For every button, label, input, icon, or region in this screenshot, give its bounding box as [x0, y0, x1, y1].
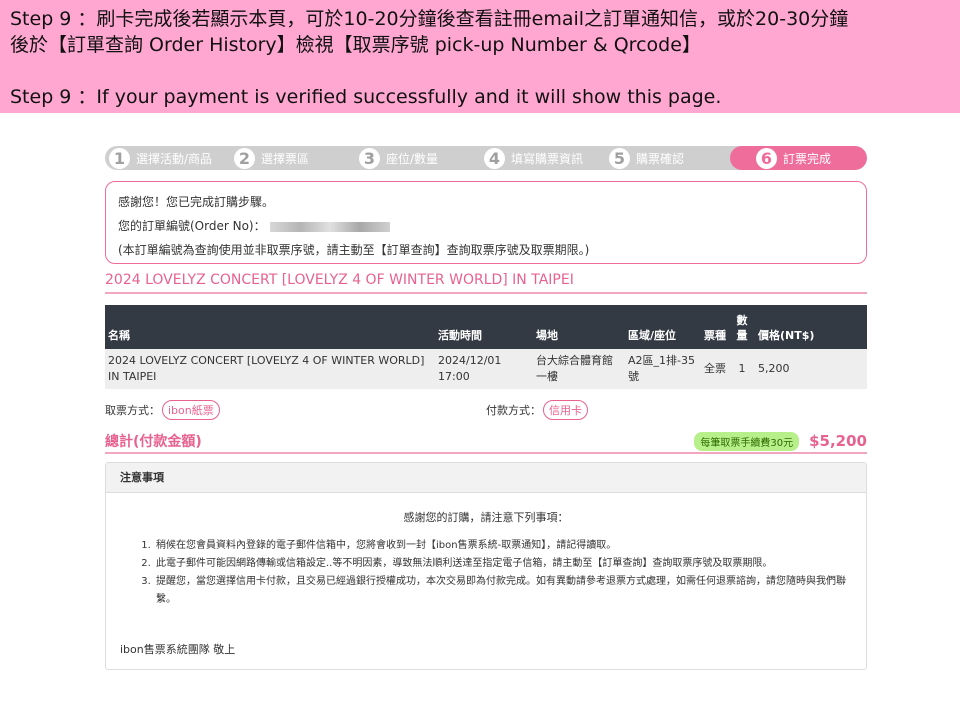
pickup-method-badge: ibon紙票 — [162, 400, 220, 420]
cell-price: 5,200 — [755, 349, 867, 389]
notice-list: 稍候在您會員資料內登錄的電子郵件信箱中，您將會收到一封【ibon售票系統-取票通… — [154, 537, 850, 609]
event-title: 2024 LOVELYZ CONCERT [LOVELYZ 4 OF WINTE… — [105, 270, 867, 294]
col-qty: 數量 — [729, 305, 755, 349]
col-ticket-type: 票種 — [701, 305, 729, 349]
total-label: 總計(付款金額) — [105, 434, 202, 450]
step-2: 2 選擇票區 — [230, 146, 355, 170]
step-label: 座位/數量 — [386, 151, 439, 166]
cell-qty: 1 — [729, 349, 755, 389]
step-label: 填寫購票資訊 — [511, 151, 584, 166]
payment-label: 付款方式： — [486, 404, 541, 417]
order-number-row: 您的訂單編號(Order No)： — [118, 214, 854, 238]
order-table: 名稱 活動時間 場地 區域/座位 票種 數量 價格(NT$) 2024 LOVE… — [105, 305, 867, 389]
progress-steps: 1 選擇活動/商品 2 選擇票區 3 座位/數量 4 填寫購票資訊 5 購票確認 6 訂票完… — [105, 146, 867, 170]
signature: ibon售票系統團隊 敬上 — [120, 643, 236, 656]
order-number-redacted — [269, 221, 390, 232]
list-item: 稍候在您會員資料內登錄的電子郵件信箱中，您將會收到一封【ibon售票系統-取票通… — [154, 537, 850, 555]
cell-ticket-type: 全票 — [701, 349, 729, 389]
step-label: 訂票完成 — [783, 151, 832, 166]
step-number: 3 — [359, 147, 380, 169]
list-item: 提醒您，當您選擇信用卡付款，且交易已經過銀行授權成功，本次交易即為付款完成。如有… — [154, 573, 850, 609]
col-price: 價格(NT$) — [755, 305, 867, 349]
step-6-current: 6 訂票完成 — [730, 146, 867, 170]
total-amount: $5,200 — [809, 432, 867, 450]
pickup-method: 取票方式： ibon紙票 — [105, 400, 220, 420]
col-venue: 場地 — [533, 305, 625, 349]
col-area: 區域/座位 — [625, 305, 701, 349]
step-number: 5 — [609, 147, 630, 169]
step-label: 選擇活動/商品 — [136, 151, 213, 166]
step-3: 3 座位/數量 — [355, 146, 480, 170]
table-header-row: 名稱 活動時間 場地 區域/座位 票種 數量 價格(NT$) — [105, 305, 867, 349]
order-number-label: 您的訂單編號(Order No)： — [118, 219, 266, 233]
cell-area: A2區_1排-35號 — [625, 349, 701, 389]
thanks-text: 感謝您！您已完成訂購步驟。 — [118, 195, 275, 209]
banner-line-2: 後於【訂單查詢 Order History】檢視【取票序號 pick-up Nu… — [10, 34, 701, 56]
step-label: 購票確認 — [636, 151, 685, 166]
order-number-note: (本訂單編號為查詢使用並非取票序號，請主動至【訂單查詢】查詢取票序號及取票期限。… — [118, 243, 590, 257]
notice-intro: 感謝您的訂購，請注意下列事項： — [403, 511, 569, 524]
step-label: 選擇票區 — [261, 151, 310, 166]
payment-method-badge: 信用卡 — [543, 400, 588, 420]
banner-line-3: Step 9 ：If your payment is verified succ… — [10, 86, 722, 108]
banner-line-1: Step 9 ：刷卡完成後若顯示本頁，可於10-20分鐘後查看註冊email之訂… — [10, 8, 849, 30]
instruction-banner: Step 9 ：刷卡完成後若顯示本頁，可於10-20分鐘後查看註冊email之訂… — [0, 0, 960, 113]
cell-name: 2024 LOVELYZ CONCERT [LOVELYZ 4 OF WINTE… — [105, 349, 435, 389]
step-5: 5 購票確認 — [605, 146, 730, 170]
col-name: 名稱 — [105, 305, 435, 349]
step-number: 2 — [234, 147, 255, 169]
notice-title: 注意事項 — [106, 463, 866, 493]
total-row: 總計(付款金額) 每筆取票手續費30元 $5,200 — [105, 430, 867, 454]
step-4: 4 填寫購票資訊 — [480, 146, 605, 170]
step-number: 1 — [109, 147, 130, 169]
pickup-label: 取票方式： — [105, 404, 160, 417]
fee-badge: 每筆取票手續費30元 — [694, 431, 800, 451]
order-complete-message: 感謝您！您已完成訂購步驟。 您的訂單編號(Order No)： (本訂單編號為查… — [105, 181, 867, 264]
step-number: 4 — [484, 147, 505, 169]
notice-panel: 注意事項 感謝您的訂購，請注意下列事項： 稍候在您會員資料內登錄的電子郵件信箱中… — [105, 462, 867, 670]
step-1: 1 選擇活動/商品 — [105, 146, 230, 170]
col-time: 活動時間 — [435, 305, 533, 349]
table-row: 2024 LOVELYZ CONCERT [LOVELYZ 4 OF WINTE… — [105, 349, 867, 389]
list-item: 此電子郵件可能因網路傳輸或信箱設定..等不明因素，導致無法順利送達至指定電子信箱… — [154, 555, 850, 573]
step-number: 6 — [756, 147, 777, 169]
cell-venue: 台大綜合體育館一樓 — [533, 349, 625, 389]
cell-time: 2024/12/01 17:00 — [435, 349, 533, 389]
payment-method: 付款方式： 信用卡 — [486, 400, 588, 420]
